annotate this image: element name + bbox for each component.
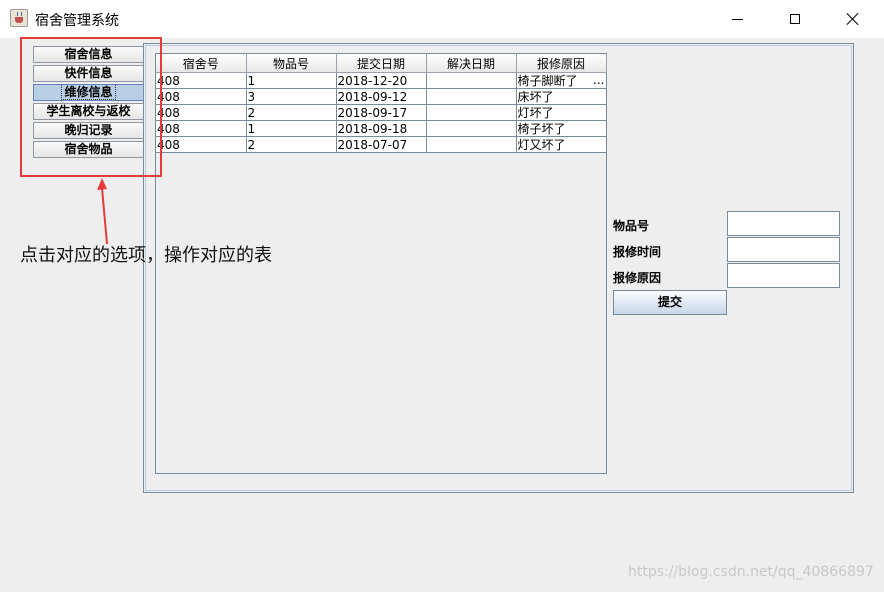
annotation-text: 点击对应的选项，操作对应的表 [20,245,272,266]
watermark-text: https://blog.csdn.net/qq_40866897 [628,564,874,580]
annotation-arrow-icon [97,178,108,245]
